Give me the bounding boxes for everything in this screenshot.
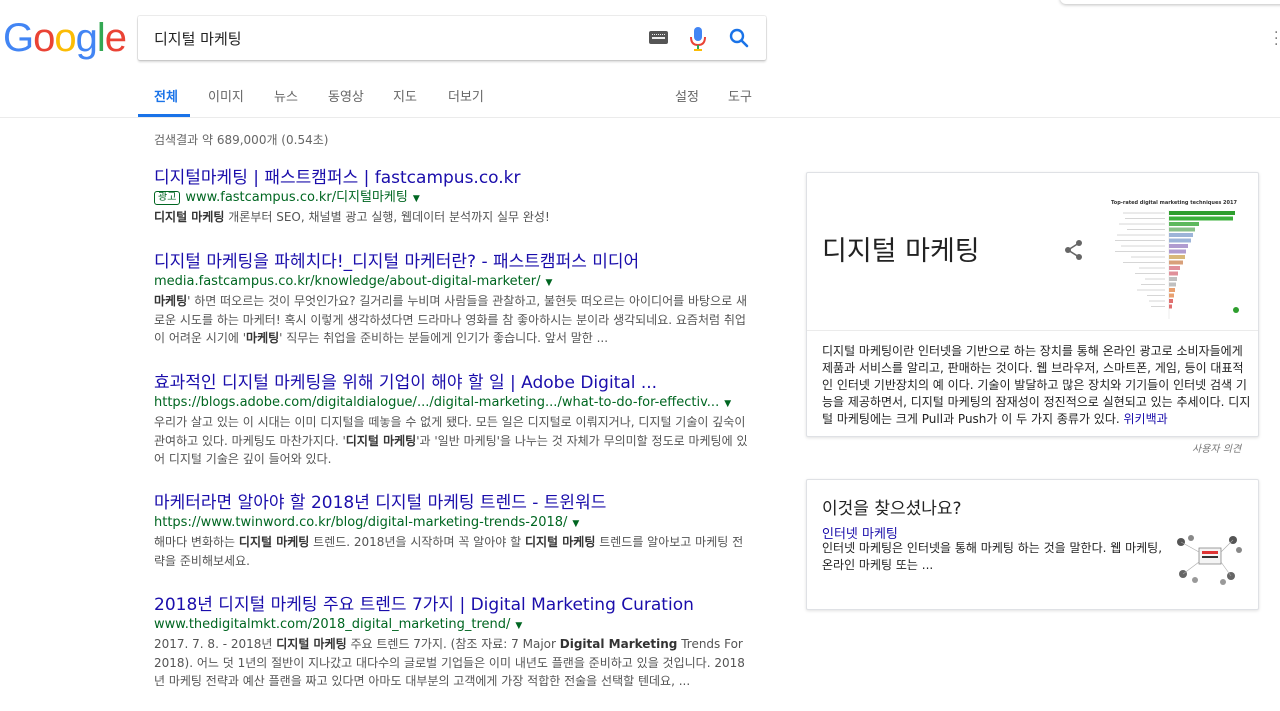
search-result: 디지털마케팅 | 패스트캠퍼스 | fastcampus.co.kr 광고 www…: [154, 168, 754, 227]
result-url-text: https://www.twinword.co.kr/blog/digital-…: [154, 515, 568, 530]
logo-letter: e: [104, 16, 127, 60]
result-title[interactable]: 효과적인 디지털 마케팅을 위해 기업이 해야 할 일 | Adobe Digi…: [154, 373, 754, 394]
knowledge-panel: 디지털 마케팅 Top-rated digital marketing tech…: [806, 172, 1259, 437]
snippet-text: 트렌드. 2018년을 시작하며 꼭 알아야 할: [309, 535, 525, 549]
tab-maps[interactable]: 지도: [393, 86, 417, 105]
dropdown-arrow-icon[interactable]: ▼: [572, 519, 579, 529]
result-url: https://www.twinword.co.kr/blog/digital-…: [154, 514, 754, 533]
snippet-text: 2017. 7. 8. - 2018년: [154, 637, 277, 651]
search-input[interactable]: 디지털 마케팅: [154, 28, 242, 49]
web-marketing-thumbnail[interactable]: [1173, 530, 1245, 588]
result-url-text: https://blogs.adobe.com/digitaldialogue/…: [154, 395, 720, 410]
result-stats: 검색결과 약 689,000개 (0.54초): [154, 133, 329, 147]
snippet-text: ' 직무는 취업을 준비하는 분들에게 인기가 좋습니다. 앞서 말한 ...: [279, 331, 609, 345]
result-title[interactable]: 디지털 마케팅을 파헤치다!_디지털 마케터란? - 패스트캠퍼스 미디어: [154, 252, 754, 273]
tab-all[interactable]: 전체: [154, 86, 178, 105]
result-snippet: 해마다 변화하는 디지털 마케팅 트렌드. 2018년을 시작하며 꼭 알아야 …: [154, 533, 754, 570]
tab-more[interactable]: 더보기: [448, 86, 484, 105]
logo-letter: l: [96, 16, 106, 60]
apps-icon[interactable]: · · ·: [1274, 26, 1278, 52]
snippet-highlight: 디지털 마케팅: [276, 637, 347, 651]
divider: [807, 330, 1258, 331]
search-icon[interactable]: [727, 26, 751, 50]
snippet-highlight: 디지털 마케팅: [524, 535, 596, 549]
dropdown-arrow-icon[interactable]: ▼: [515, 621, 522, 631]
snippet-text: 주요 트렌드 7가지. (참조 자료: 7 Major: [346, 637, 560, 651]
result-url-text: media.fastcampus.co.kr/knowledge/about-d…: [154, 274, 541, 289]
feedback-link[interactable]: 사용자 의견: [1192, 440, 1241, 455]
description-text: 디지털 마케팅이란 인터넷을 기반으로 하는 장치를 통해 온라인 광고로 소비…: [822, 344, 1251, 426]
snippet-highlight: 마케팅: [246, 331, 280, 345]
dropdown-arrow-icon[interactable]: ▼: [413, 194, 420, 204]
logo-letter: o: [54, 16, 76, 60]
search-result: 2018년 디지털 마케팅 주요 트렌드 7가지 | Digital Marke…: [154, 595, 754, 691]
tab-videos[interactable]: 동영상: [328, 86, 364, 105]
tab-tools[interactable]: 도구: [728, 86, 752, 105]
snippet-highlight: 디지털 마케팅: [345, 433, 417, 448]
wikipedia-link[interactable]: 위키백과: [1124, 412, 1168, 426]
result-url: www.thedigitalmkt.com/2018_digital_marke…: [154, 616, 754, 635]
result-title[interactable]: 마케터라면 알아야 할 2018년 디지털 마케팅 트렌드 - 트윈워드: [154, 493, 754, 514]
header: Google 디지털 마케팅 · · · 전체 이미지 뉴스 동영상 지도 더보기 …: [0, 0, 1280, 118]
result-snippet: 마케팅' 하면 떠오르는 것이 무엇인가요? 길거리를 누비며 사람들을 관찰하…: [154, 292, 754, 348]
tab-images[interactable]: 이미지: [208, 86, 244, 105]
result-url: https://blogs.adobe.com/digitaldialogue/…: [154, 394, 754, 413]
did-you-mean-title: 이것을 찾으셨나요?: [822, 499, 962, 519]
search-result: 디지털 마케팅을 파헤치다!_디지털 마케터란? - 패스트캠퍼스 미디어 me…: [154, 252, 754, 348]
snippet-highlight: 디지털 마케팅: [238, 535, 310, 549]
result-url-text: www.thedigitalmkt.com/2018_digital_marke…: [154, 617, 511, 632]
snippet-highlight: 마케팅: [154, 294, 188, 308]
snippet-text: 개론부터 SEO, 채널별 광고 실행, 웹데이터 분석까지 실무 완성!: [224, 210, 550, 224]
ad-badge: 광고: [154, 191, 181, 205]
microphone-icon[interactable]: [688, 26, 708, 52]
share-icon[interactable]: [1063, 239, 1085, 261]
result-title[interactable]: 2018년 디지털 마케팅 주요 트렌드 7가지 | Digital Marke…: [154, 595, 754, 616]
chart-thumbnail[interactable]: Top-rated digital marketing techniques 2…: [1095, 195, 1253, 325]
result-url: media.fastcampus.co.kr/knowledge/about-d…: [154, 273, 754, 292]
account-panel-edge: [1060, 0, 1280, 4]
search-tabs: 전체 이미지 뉴스 동영상 지도 더보기 설정 도구: [0, 75, 1280, 117]
tab-settings[interactable]: 설정: [675, 86, 699, 105]
result-snippet: 우리가 살고 있는 이 시대는 이미 디지털을 떼놓을 수 없게 됐다. 모든 …: [154, 413, 754, 469]
result-url-text: www.fastcampus.co.kr/디지털마케팅: [185, 190, 408, 205]
active-tab-indicator: [138, 114, 190, 117]
search-box[interactable]: 디지털 마케팅: [138, 16, 766, 60]
snippet-text: 해마다 변화하는: [154, 535, 239, 549]
dropdown-arrow-icon[interactable]: ▼: [545, 278, 552, 288]
search-result: 효과적인 디지털 마케팅을 위해 기업이 해야 할 일 | Adobe Digi…: [154, 373, 754, 469]
keyboard-icon[interactable]: [649, 31, 668, 44]
result-url: 광고 www.fastcampus.co.kr/디지털마케팅 ▼: [154, 189, 754, 208]
thumbnail-logo: [1233, 307, 1239, 313]
did-you-mean-panel: 이것을 찾으셨나요? 인터넷 마케팅 인터넷 마케팅은 인터넷을 통해 마케팅 …: [806, 479, 1259, 610]
result-snippet: 디지털 마케팅 개론부터 SEO, 채널별 광고 실행, 웹데이터 분석까지 실…: [154, 208, 754, 227]
logo-letter: G: [3, 16, 34, 60]
thumbnail-title: Top-rated digital marketing techniques 2…: [1111, 200, 1237, 206]
did-you-mean-text: 인터넷 마케팅은 인터넷을 통해 마케팅 하는 것을 말한다. 웹 마케팅, 온…: [822, 541, 1163, 572]
dropdown-arrow-icon[interactable]: ▼: [724, 399, 731, 409]
knowledge-panel-description: 디지털 마케팅이란 인터넷을 기반으로 하는 장치를 통해 온라인 광고로 소비…: [822, 343, 1252, 428]
knowledge-panel-title: 디지털 마케팅: [822, 236, 980, 267]
search-result: 마케터라면 알아야 할 2018년 디지털 마케팅 트렌드 - 트윈워드 htt…: [154, 493, 754, 570]
result-title[interactable]: 디지털마케팅 | 패스트캠퍼스 | fastcampus.co.kr: [154, 168, 754, 189]
snippet-highlight: Digital Marketing: [559, 637, 678, 651]
snippet-highlight: 디지털 마케팅: [154, 210, 225, 224]
logo-letter: o: [33, 16, 55, 60]
tab-news[interactable]: 뉴스: [274, 86, 298, 105]
logo-letter: g: [75, 16, 98, 60]
result-snippet: 2017. 7. 8. - 2018년 디지털 마케팅 주요 트렌드 7가지. …: [154, 635, 754, 691]
google-logo[interactable]: Google: [3, 16, 127, 61]
